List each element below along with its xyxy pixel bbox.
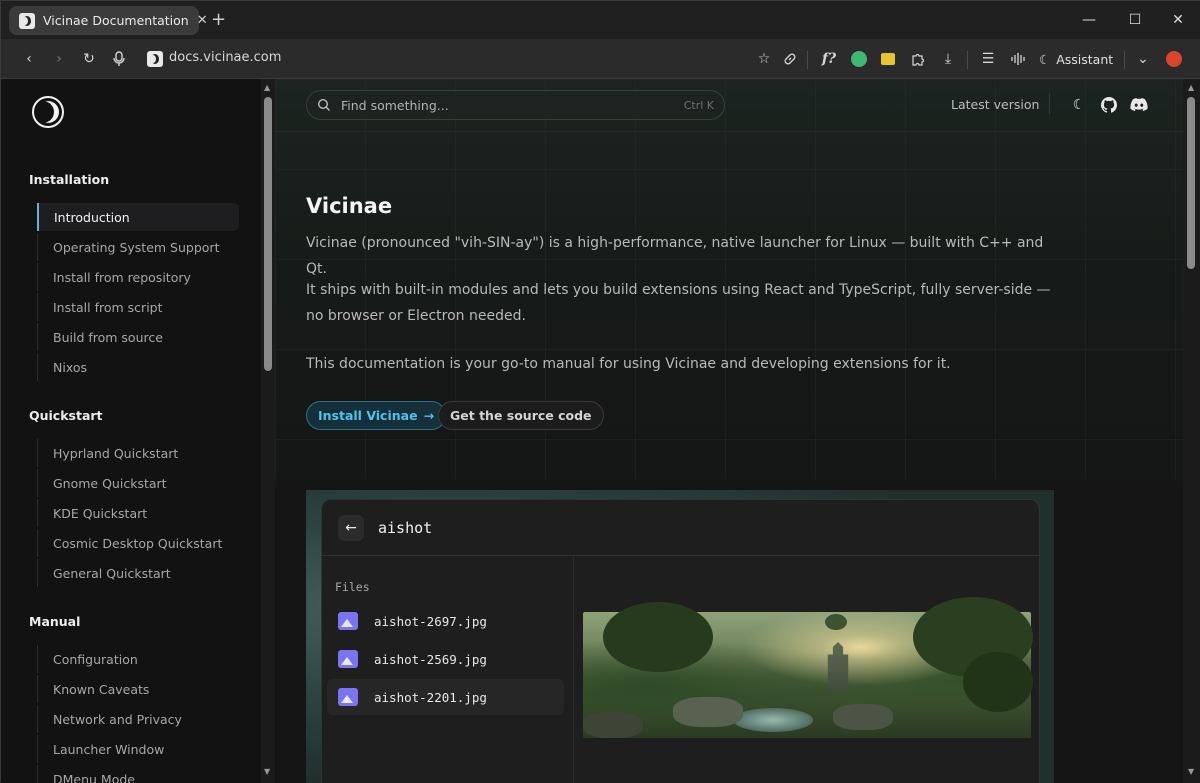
scroll-down-arrow-icon[interactable]: ▼ (1188, 767, 1194, 776)
theme-moon-icon[interactable]: ☾ (1069, 95, 1089, 115)
launcher-query: aishot (378, 518, 433, 537)
file-list-item: aishot-2569.jpg (327, 641, 564, 677)
intro-paragraph-1: Vicinae (pronounced "vih-SIN-ay") is a h… (306, 235, 1044, 277)
sidebar-item-introduction[interactable]: Introduction (37, 203, 239, 231)
sidebar-item-launcher-window[interactable]: Launcher Window (37, 735, 239, 763)
discord-icon[interactable] (1129, 95, 1149, 115)
sidebar-item-install-from-repository[interactable]: Install from repository (37, 263, 239, 291)
sidebar-item-build-from-source[interactable]: Build from source (37, 323, 239, 351)
page-viewport: Installation Introduction Operating Syst… (1, 79, 1200, 783)
file-list-item: aishot-2697.jpg (327, 603, 564, 639)
docs-main: Find something... Ctrl K Latest version … (275, 79, 1183, 783)
file-name: aishot-2697.jpg (374, 613, 487, 629)
sidebar-item-dmenu-mode[interactable]: DMenu Mode (37, 765, 239, 783)
reading-list-icon[interactable]: ☰ (976, 47, 1000, 71)
tab-vicinae-docs[interactable]: Vicinae Documentation ✕ (9, 6, 208, 35)
assistant-label: Assistant (1056, 51, 1114, 67)
tab-close-icon[interactable]: ✕ (197, 13, 208, 28)
search-icon (317, 98, 330, 111)
assistant-button[interactable]: ☾ Assistant (1039, 47, 1113, 71)
install-vicinae-button[interactable]: Install Vicinae → (306, 401, 447, 430)
sidebar-section-manual: Manual (29, 614, 81, 629)
github-icon[interactable] (1099, 95, 1119, 115)
copy-link-icon[interactable] (778, 47, 802, 71)
install-vicinae-label: Install Vicinae (318, 408, 418, 423)
cursor-extension-icon[interactable] (851, 51, 867, 67)
browser-toolbar: ‹ › ↻ docs.vicinae.com ☆ f? ⤓ ☰ ☾ Assist… (1, 39, 1200, 79)
sidebar-item-network-and-privacy[interactable]: Network and Privacy (37, 705, 239, 733)
vicinae-favicon-icon (19, 12, 35, 29)
main-scrollbar[interactable]: ▲ ▼ (1183, 79, 1200, 783)
minimize-button[interactable]: — (1066, 1, 1112, 39)
folder-extension-icon[interactable] (881, 53, 895, 65)
docs-sidebar: Installation Introduction Operating Syst… (1, 79, 261, 783)
sidebar-scrollbar-thumb[interactable] (264, 97, 272, 371)
main-scrollbar-thumb[interactable] (1187, 97, 1195, 269)
tab-strip: Vicinae Documentation ✕ + — ☐ ✕ (1, 1, 1200, 39)
arrow-right-icon: → (423, 408, 435, 423)
file-name: aishot-2201.jpg (374, 689, 487, 705)
intro-paragraph-2: It ships with built-in modules and lets … (306, 282, 1051, 324)
image-file-icon (338, 688, 358, 706)
vicinae-logo-icon[interactable] (32, 96, 64, 128)
search-box[interactable]: Find something... Ctrl K (306, 90, 725, 120)
new-tab-button[interactable]: + (211, 10, 226, 30)
profile-avatar[interactable] (1166, 51, 1182, 67)
sidebar-section-quickstart: Quickstart (29, 408, 103, 423)
scroll-down-arrow-icon[interactable]: ▼ (264, 767, 270, 776)
sidebar-item-known-caveats[interactable]: Known Caveats (37, 675, 239, 703)
scroll-up-arrow-icon[interactable]: ▲ (1188, 83, 1194, 92)
audio-wave-icon[interactable] (1006, 47, 1030, 71)
close-window-button[interactable]: ✕ (1155, 1, 1200, 39)
chevron-down-icon[interactable]: ⌄ (1131, 47, 1155, 71)
scroll-up-arrow-icon[interactable]: ▲ (264, 83, 270, 92)
sidebar-item-kde-quickstart[interactable]: KDE Quickstart (37, 499, 239, 527)
address-bar[interactable]: docs.vicinae.com (169, 50, 281, 65)
search-placeholder: Find something... (341, 97, 449, 113)
image-preview (583, 597, 1033, 738)
back-arrow-icon: ← (338, 514, 364, 541)
file-list-item-selected: aishot-2201.jpg (327, 679, 564, 715)
sidebar-item-gnome-quickstart[interactable]: Gnome Quickstart (37, 469, 239, 497)
search-shortcut: Ctrl K (683, 98, 714, 112)
forward-arrow-icon[interactable]: › (47, 47, 71, 71)
get-source-code-button[interactable]: Get the source code (438, 401, 604, 430)
sidebar-item-hyprland-quickstart[interactable]: Hyprland Quickstart (37, 439, 239, 467)
launcher-demo-image: ← aishot Files aishot-2697.jpg aishot-25… (306, 490, 1054, 783)
sidebar-section-installation: Installation (29, 172, 110, 187)
sidebar-item-cosmic-desktop-quickstart[interactable]: Cosmic Desktop Quickstart (37, 529, 239, 557)
files-section-label: Files (335, 580, 370, 594)
sidebar-scrollbar[interactable]: ▲ ▼ (261, 79, 275, 783)
docs-topbar: Find something... Ctrl K Latest version … (275, 79, 1183, 132)
back-arrow-icon[interactable]: ‹ (17, 47, 41, 71)
sidebar-item-install-from-script[interactable]: Install from script (37, 293, 239, 321)
intro-paragraph-3: This documentation is your go-to manual … (306, 356, 951, 372)
maximize-button[interactable]: ☐ (1112, 1, 1158, 39)
get-source-code-label: Get the source code (450, 408, 592, 423)
image-file-icon (338, 650, 358, 668)
microphone-icon[interactable] (107, 47, 131, 71)
image-file-icon (338, 612, 358, 630)
formula-extension-icon[interactable]: f? (817, 47, 841, 71)
file-name: aishot-2569.jpg (374, 651, 487, 667)
reload-icon[interactable]: ↻ (77, 47, 101, 71)
bookmark-star-icon[interactable]: ☆ (752, 47, 776, 71)
launcher-search-bar: ← aishot (322, 500, 1041, 556)
sidebar-item-operating-system-support[interactable]: Operating System Support (37, 233, 239, 261)
sidebar-item-configuration[interactable]: Configuration (37, 645, 239, 673)
sidebar-item-nixos[interactable]: Nixos (37, 353, 239, 381)
browser-window: Vicinae Documentation ✕ + — ☐ ✕ ‹ › ↻ do… (0, 0, 1200, 783)
latest-version-link[interactable]: Latest version (951, 97, 1039, 112)
tab-title: Vicinae Documentation (43, 13, 189, 28)
download-icon[interactable]: ⤓ (936, 47, 960, 71)
sidebar-item-general-quickstart[interactable]: General Quickstart (37, 559, 239, 587)
launcher-demo-window: ← aishot Files aishot-2697.jpg aishot-25… (321, 499, 1041, 783)
page-title: Vicinae (306, 194, 393, 218)
assistant-icon: ☾ (1039, 51, 1051, 67)
site-favicon-icon (147, 51, 163, 67)
extensions-puzzle-icon[interactable] (906, 47, 930, 71)
